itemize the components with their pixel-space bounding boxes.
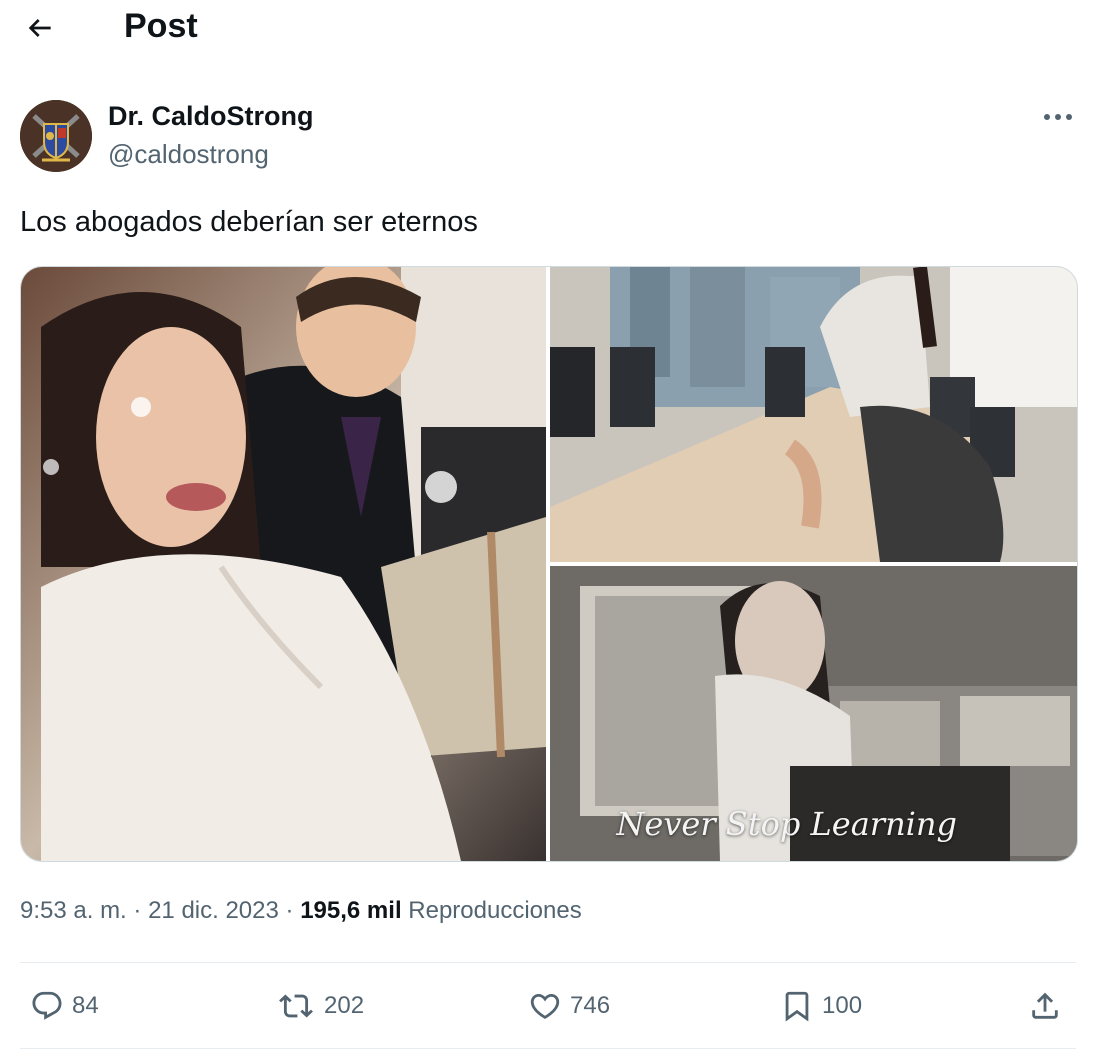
crest-avatar-icon [20,100,92,172]
bookmark-icon [785,991,809,1022]
like-count: 746 [570,992,611,1019]
photo-couple-selfie-image [21,267,546,861]
views-count: 195,6 mil [300,897,402,924]
reply-button[interactable]: 84 [30,984,99,1028]
reply-icon [32,991,62,1020]
overlay-caption: Never Stop Learning [616,805,957,843]
tweet-text: Los abogados deberían ser eternos [20,206,478,238]
more-horizontal-icon [1044,114,1072,120]
like-button[interactable]: 746 [528,984,610,1028]
photo-couple-selfie[interactable] [21,267,546,861]
divider-top [20,962,1076,963]
author-handle[interactable]: @caldostrong [108,138,269,170]
photo-never-stop-learning[interactable]: Never Stop Learning [550,566,1077,861]
share-icon [1032,992,1058,1019]
divider-bottom [20,1048,1076,1049]
photo-office-image [550,267,1077,562]
back-button[interactable] [20,10,60,46]
page-title: Post [124,7,198,45]
post-header: Post [0,0,1114,52]
more-button[interactable] [1036,102,1080,132]
bookmark-count: 100 [822,992,863,1019]
post-meta: 9:53 a. m. · 21 dic. 2023 · 195,6 mil Re… [20,896,582,926]
author-name[interactable]: Dr. CaldoStrong [108,100,314,132]
share-button[interactable] [1028,984,1062,1028]
repost-icon [279,994,313,1018]
meta-separator: · [133,897,142,924]
avatar[interactable] [20,100,92,172]
post-date[interactable]: 21 dic. 2023 [148,897,279,924]
meta-separator-2: · [285,897,294,924]
media-grid: Never Stop Learning [20,266,1078,862]
repost-count: 202 [324,992,365,1019]
photo-office[interactable] [550,267,1077,562]
reply-count: 84 [72,992,99,1019]
repost-button[interactable]: 202 [276,984,364,1028]
views-label: Reproducciones [408,897,582,924]
bookmark-button[interactable]: 100 [780,984,862,1028]
post-time[interactable]: 9:53 a. m. [20,897,127,924]
arrow-left-icon [28,19,51,37]
heart-icon [530,993,560,1019]
